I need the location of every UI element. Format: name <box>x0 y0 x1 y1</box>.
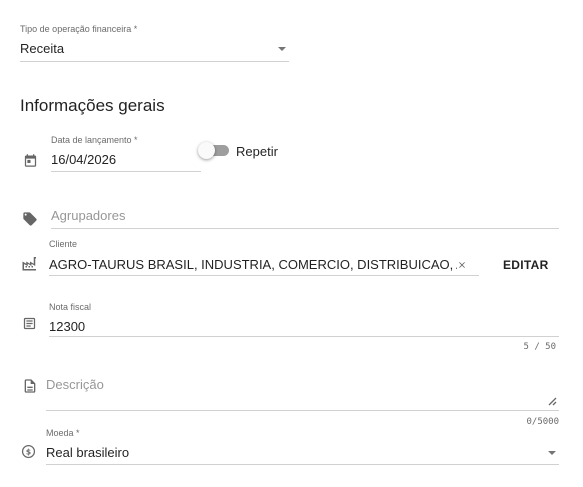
operation-type-select[interactable]: Tipo de operação financeira * Receita <box>20 24 289 62</box>
invoice-counter: 5 / 50 <box>523 342 556 352</box>
currency-select[interactable]: Moeda * Real brasileiro <box>46 428 559 466</box>
clear-icon[interactable] <box>457 260 467 270</box>
launch-date-label: Data de lançamento * <box>51 135 138 145</box>
calendar-icon <box>24 154 37 167</box>
currency-value: Real brasileiro <box>46 445 130 460</box>
launch-date-underline <box>51 171 201 172</box>
launch-date-field[interactable]: Data de lançamento * 16/04/2026 <box>51 135 201 173</box>
client-underline <box>49 275 479 276</box>
invoice-value: 12300 <box>49 319 86 334</box>
chevron-down-icon[interactable] <box>548 451 556 455</box>
client-field[interactable]: Cliente AGRO-TAURUS BRASIL, INDUSTRIA, C… <box>49 239 479 277</box>
description-textarea[interactable]: Descrição 0/5000 <box>46 374 559 430</box>
svg-text:$: $ <box>26 447 31 456</box>
currency-underline <box>46 464 559 465</box>
edit-client-button[interactable]: EDITAR <box>503 258 549 272</box>
tag-icon <box>23 212 37 226</box>
resize-handle-icon[interactable] <box>547 396 557 406</box>
operation-type-underline <box>20 61 289 62</box>
repeat-toggle[interactable]: Repetir <box>198 142 288 160</box>
operation-type-value: Receita <box>20 41 65 56</box>
factory-icon <box>22 257 36 271</box>
groupers-input[interactable]: Agrupadores <box>51 204 559 230</box>
currency-label: Moeda * <box>46 428 80 438</box>
groupers-placeholder: Agrupadores <box>51 208 126 223</box>
invoice-underline <box>49 336 559 337</box>
receipt-icon <box>23 317 36 330</box>
repeat-label: Repetir <box>236 144 278 159</box>
invoice-field[interactable]: Nota fiscal 12300 5 / 50 <box>49 302 559 354</box>
description-counter: 0/5000 <box>526 417 559 427</box>
repeat-toggle-thumb <box>198 142 215 159</box>
client-value: AGRO-TAURUS BRASIL, INDUSTRIA, COMERCIO,… <box>49 258 457 271</box>
invoice-label: Nota fiscal <box>49 302 92 312</box>
description-placeholder: Descrição <box>46 377 104 392</box>
description-underline <box>46 410 559 411</box>
groupers-underline <box>51 228 559 229</box>
dollar-circle-icon: $ <box>21 444 36 459</box>
section-title: Informações gerais <box>20 96 165 115</box>
operation-type-label: Tipo de operação financeira * <box>20 24 138 34</box>
launch-date-value: 16/04/2026 <box>51 152 117 167</box>
document-icon <box>24 379 36 393</box>
chevron-down-icon[interactable] <box>278 47 286 51</box>
client-label: Cliente <box>49 239 78 249</box>
